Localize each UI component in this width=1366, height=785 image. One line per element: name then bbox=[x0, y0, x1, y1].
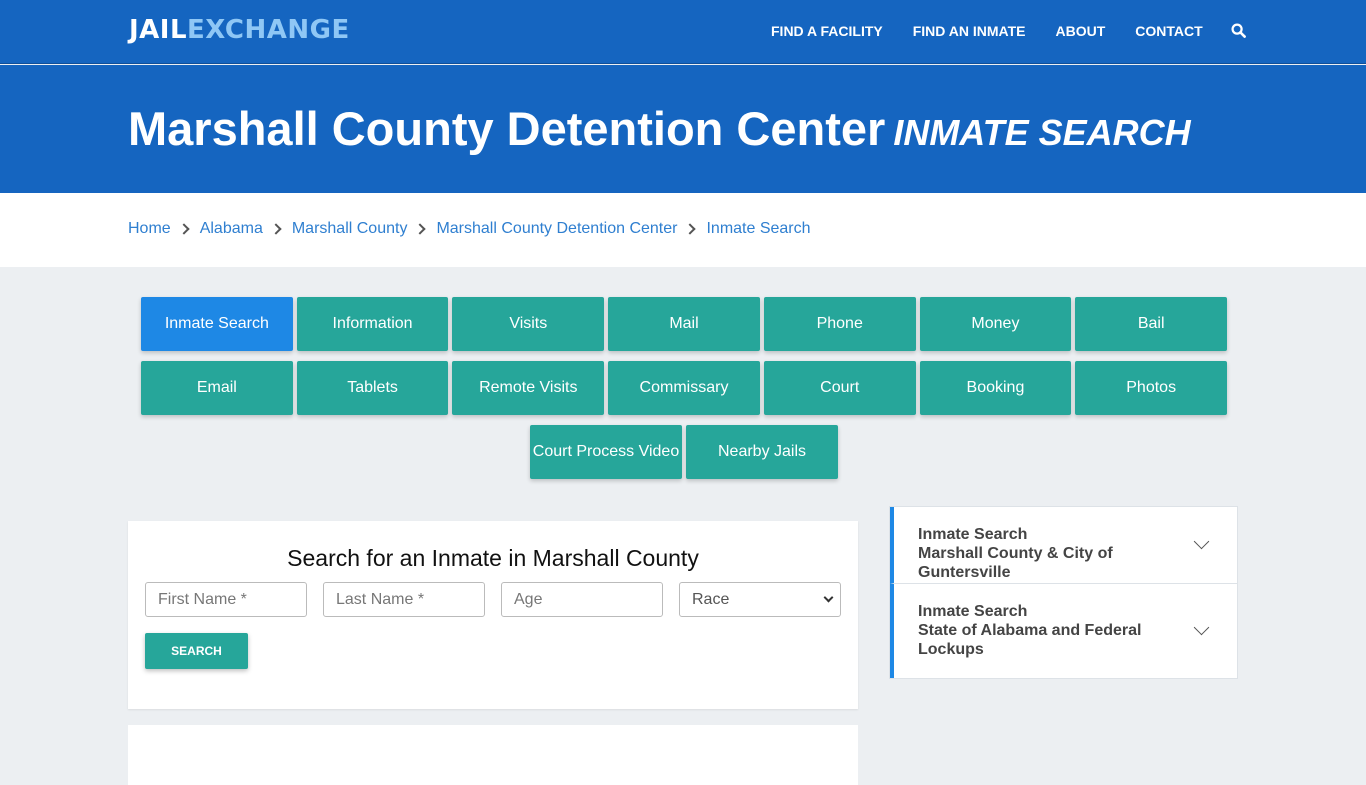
tab-visits[interactable]: Visits bbox=[452, 297, 605, 351]
breadcrumb-facility[interactable]: Marshall County Detention Center bbox=[436, 220, 677, 238]
tab-remote-visits[interactable]: Remote Visits bbox=[452, 361, 605, 415]
breadcrumb-county[interactable]: Marshall County bbox=[292, 220, 408, 238]
tab-row: Email Tablets Remote Visits Commissary C… bbox=[139, 361, 1229, 415]
tab-information[interactable]: Information bbox=[296, 297, 449, 351]
tab-row: Court Process Video Nearby Jails bbox=[139, 425, 1229, 479]
tab-court[interactable]: Court bbox=[763, 361, 916, 415]
accordion-subtitle: State of Alabama and Federal Lockups bbox=[918, 622, 1142, 658]
race-select-value: Race bbox=[692, 590, 730, 608]
breadcrumb-home[interactable]: Home bbox=[128, 220, 171, 238]
accordion-title: Inmate Search bbox=[918, 526, 1028, 543]
nav-about[interactable]: ABOUT bbox=[1056, 23, 1106, 39]
age-input[interactable] bbox=[501, 582, 663, 617]
logo-jail: JAIL bbox=[129, 15, 188, 45]
facility-tabs: Inmate Search Information Visits Mail Ph… bbox=[139, 297, 1229, 489]
chevron-right-icon bbox=[178, 223, 190, 235]
accordion-county-search[interactable]: Inmate Search Marshall County & City of … bbox=[890, 507, 1237, 583]
tab-bail[interactable]: Bail bbox=[1075, 297, 1228, 351]
nav-find-facility[interactable]: FIND A FACILITY bbox=[771, 23, 883, 39]
search-icon[interactable] bbox=[1231, 23, 1247, 39]
first-name-input[interactable] bbox=[145, 582, 307, 617]
nav-find-inmate[interactable]: FIND AN INMATE bbox=[913, 23, 1026, 39]
chevron-down-icon bbox=[1193, 533, 1210, 550]
chevron-down-icon bbox=[823, 592, 834, 603]
search-form-title: Search for an Inmate in Marshall County bbox=[287, 545, 699, 571]
breadcrumb: Home Alabama Marshall County Marshall Co… bbox=[128, 220, 811, 238]
race-select[interactable]: Race bbox=[679, 582, 841, 617]
accordion-subtitle: Marshall County & City of Guntersville bbox=[918, 545, 1113, 581]
page-title: Marshall County Detention Center INMATE S… bbox=[128, 101, 1191, 156]
breadcrumb-bar: Home Alabama Marshall County Marshall Co… bbox=[0, 193, 1366, 267]
tab-court-process-video[interactable]: Court Process Video bbox=[530, 425, 682, 479]
site-logo[interactable]: JAILEXCHANGE bbox=[129, 15, 350, 45]
tab-booking[interactable]: Booking bbox=[919, 361, 1072, 415]
chevron-right-icon bbox=[414, 223, 427, 235]
tab-money[interactable]: Money bbox=[919, 297, 1072, 351]
accordion-state-federal-search[interactable]: Inmate Search State of Alabama and Feder… bbox=[890, 583, 1237, 678]
tab-mail[interactable]: Mail bbox=[608, 297, 760, 351]
breadcrumb-alabama[interactable]: Alabama bbox=[200, 220, 263, 238]
tab-tablets[interactable]: Tablets bbox=[296, 361, 449, 415]
page-subtitle: INMATE SEARCH bbox=[893, 112, 1191, 153]
chevron-right-icon bbox=[684, 223, 697, 235]
page-hero: Marshall County Detention Center INMATE S… bbox=[0, 65, 1366, 193]
top-navbar: JAILEXCHANGE FIND A FACILITY FIND AN INM… bbox=[0, 0, 1366, 64]
tab-email[interactable]: Email bbox=[140, 361, 293, 415]
accordion-title: Inmate Search bbox=[918, 603, 1028, 620]
logo-exchange: EXCHANGE bbox=[187, 15, 350, 45]
tab-inmate-search[interactable]: Inmate Search bbox=[140, 297, 293, 351]
tab-row: Inmate Search Information Visits Mail Ph… bbox=[139, 297, 1229, 351]
tab-photos[interactable]: Photos bbox=[1075, 361, 1228, 415]
main-nav: FIND A FACILITY FIND AN INMATE ABOUT CON… bbox=[771, 23, 1247, 39]
tab-nearby-jails[interactable]: Nearby Jails bbox=[686, 425, 838, 479]
last-name-input[interactable] bbox=[323, 582, 485, 617]
search-button[interactable]: SEARCH bbox=[145, 633, 248, 669]
content-card bbox=[128, 725, 858, 785]
tab-phone[interactable]: Phone bbox=[763, 297, 916, 351]
tab-commissary[interactable]: Commissary bbox=[608, 361, 760, 415]
breadcrumb-inmate-search[interactable]: Inmate Search bbox=[706, 220, 810, 238]
facility-name: Marshall County Detention Center bbox=[128, 102, 886, 155]
chevron-down-icon bbox=[1193, 619, 1210, 636]
nav-contact[interactable]: CONTACT bbox=[1135, 23, 1202, 39]
chevron-right-icon bbox=[270, 223, 282, 235]
sidebar-accordion: Inmate Search Marshall County & City of … bbox=[889, 506, 1238, 679]
inmate-search-card: Search for an Inmate in Marshall County … bbox=[128, 521, 858, 709]
